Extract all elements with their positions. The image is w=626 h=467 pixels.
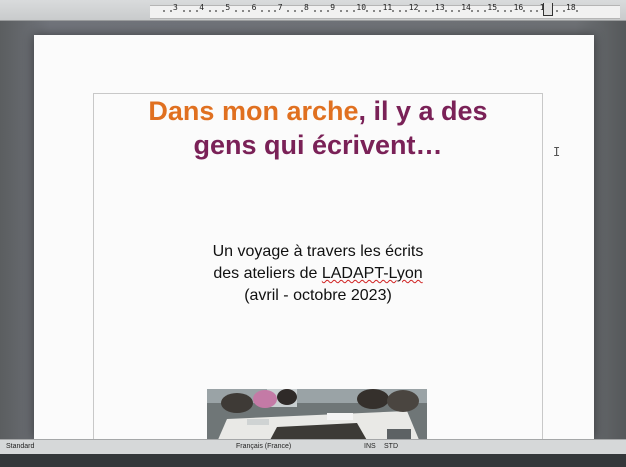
ruler-tick: [300, 10, 303, 12]
ruler-tick: [575, 10, 578, 12]
ruler-tick: [444, 10, 447, 12]
ruler-tick: [483, 10, 486, 12]
ruler-tick: [529, 10, 532, 12]
ruler-tick: [221, 10, 224, 12]
ruler-tick-label: 4: [199, 3, 205, 12]
page-style-status[interactable]: Standard: [6, 443, 34, 450]
ruler-tick-label: 6: [251, 3, 257, 12]
ruler-tick: [398, 10, 401, 12]
ruler-tick: [313, 10, 316, 12]
ruler-tick-label: 7: [277, 3, 283, 12]
subtitle-line-1: Un voyage à travers les écrits: [212, 243, 424, 260]
slide-subtitle: Un voyage à travers les écrits des ateli…: [94, 241, 542, 307]
ruler-tick: [182, 10, 185, 12]
status-bar: Standard Français (France) INS STD: [0, 439, 626, 454]
insert-mode-status[interactable]: INS: [364, 443, 376, 450]
misspelled-word: LADAPT-Lyon: [321, 265, 423, 282]
document-page[interactable]: Dans mon arche, il y a des gens qui écri…: [34, 35, 594, 465]
horizontal-ruler[interactable]: 3456789101112131415161718: [0, 0, 626, 21]
ruler-tick-label: 15: [487, 3, 498, 12]
ruler-tick: [195, 10, 198, 12]
slide-title: Dans mon arche, il y a des gens qui écri…: [94, 94, 542, 162]
ruler-tick: [208, 10, 211, 12]
screen-bezel: [0, 454, 626, 467]
ruler-tick: [556, 10, 558, 12]
ruler-tick: [267, 10, 270, 12]
ruler-tick: [457, 10, 460, 12]
language-status[interactable]: Français (France): [236, 443, 291, 450]
ruler-tick: [470, 10, 473, 12]
ruler-tick: [326, 10, 329, 12]
ruler-tick-label: 12: [408, 3, 419, 12]
ruler-tick: [294, 10, 296, 12]
ruler-tick-label: 10: [356, 3, 367, 12]
ruler-tick: [562, 10, 565, 12]
ruler-tick-label: 14: [461, 3, 471, 12]
ruler-tick-label: 5: [225, 3, 231, 12]
text-frame[interactable]: Dans mon arche, il y a des gens qui écri…: [93, 93, 543, 465]
ruler-tick-label: 18: [566, 3, 576, 12]
ruler-tick: [425, 10, 427, 12]
subtitle-line-3: (avril - octobre 2023): [244, 287, 392, 304]
subtitle-line-2: des ateliers de LADAPT-Lyon: [213, 265, 423, 282]
title-line-2: gens qui écrivent…: [193, 130, 443, 160]
ruler-tick-label: 11: [382, 3, 393, 12]
ruler-tick: [496, 10, 499, 12]
text-cursor-icon: I: [553, 145, 561, 159]
ruler-tick: [431, 10, 434, 12]
document-workspace[interactable]: Dans mon arche, il y a des gens qui écri…: [0, 21, 626, 465]
ruler-tick-label: 9: [330, 3, 336, 12]
title-part: , il y a des: [358, 96, 488, 126]
ruler-tick: [372, 10, 375, 12]
ruler-tick: [503, 10, 506, 12]
ruler-tick-label: 16: [513, 3, 524, 12]
ruler-tick-label: 13: [435, 3, 445, 12]
ruler-tick: [365, 10, 368, 12]
ruler-tick-label: 3: [173, 3, 178, 12]
title-highlight: Dans mon arche: [148, 96, 359, 126]
ruler-tick: [339, 10, 342, 12]
ruler-tick: [163, 10, 165, 12]
ruler-tick: [241, 10, 244, 12]
ruler-tick: [169, 10, 172, 12]
selection-mode-status[interactable]: STD: [384, 443, 398, 450]
right-indent-marker[interactable]: [543, 3, 553, 16]
ruler-tick: [234, 10, 237, 12]
ruler-tick: [352, 10, 355, 12]
ruler-tick-label: 8: [304, 3, 309, 12]
